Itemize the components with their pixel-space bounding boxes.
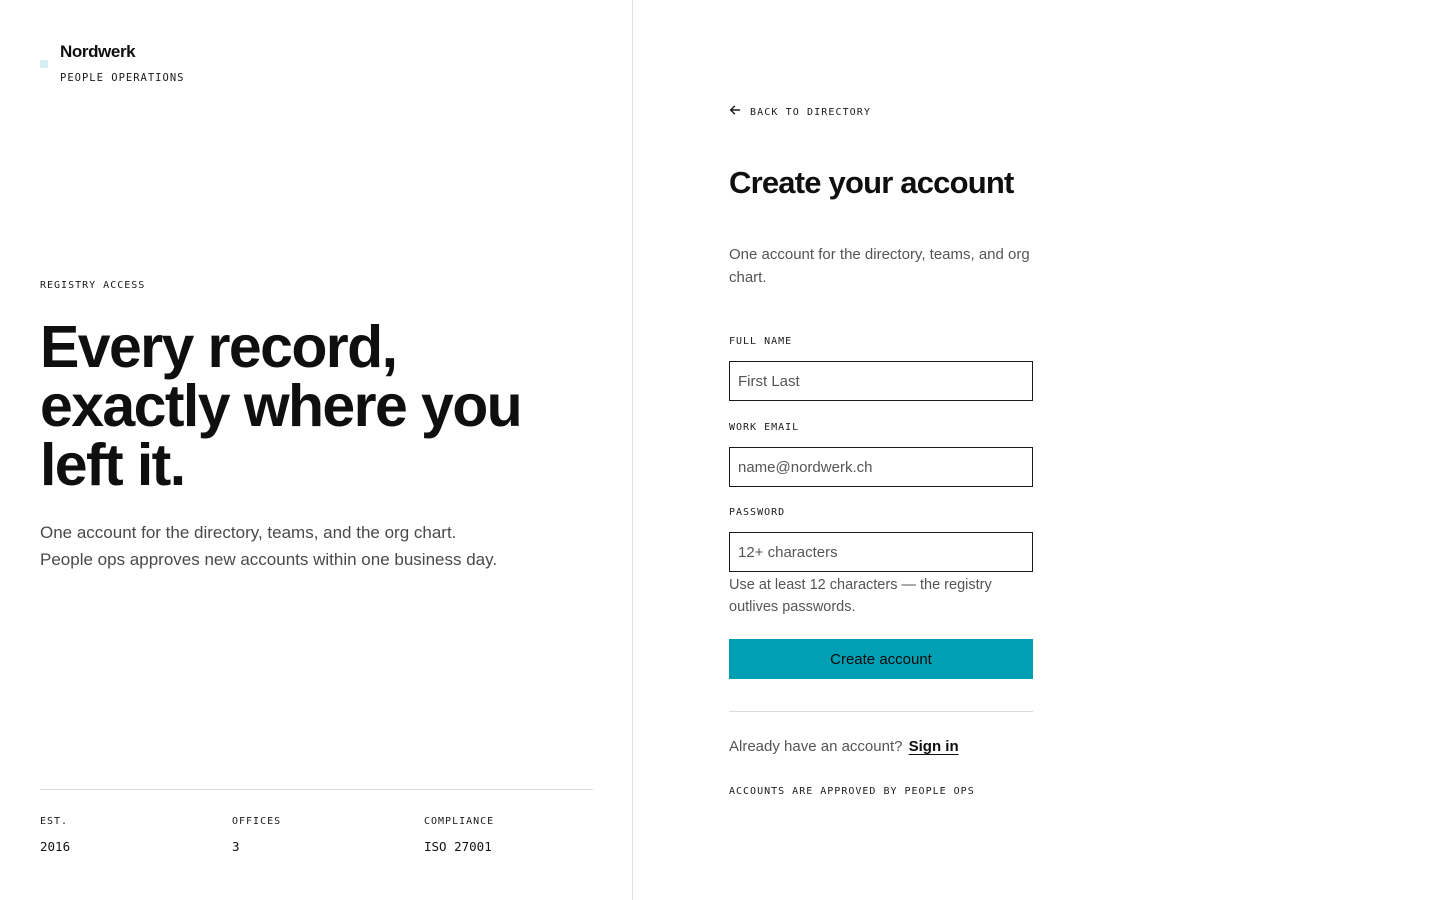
- signin-row: Already have an account? Sign in: [729, 738, 959, 755]
- form-divider: [729, 711, 1033, 712]
- brand-mark-icon: [40, 60, 48, 68]
- password-hint: Use at least 12 characters — the registr…: [729, 577, 992, 615]
- stat-label: COMPLIANCE: [424, 816, 495, 827]
- sign-in-link[interactable]: Sign in: [909, 738, 959, 755]
- full-name-label: FULL NAME: [729, 336, 793, 347]
- work-email-input[interactable]: [729, 447, 1033, 487]
- full-name-input[interactable]: [729, 361, 1033, 401]
- password-label: PASSWORD: [729, 507, 786, 518]
- full-name-field: FULL NAME: [729, 331, 1033, 401]
- signup-page: Nordwerk PEOPLE OPERATIONS REGISTRY ACCE…: [0, 0, 1440, 900]
- arrow-left-icon: [729, 103, 741, 121]
- form-subtitle: One account for the directory, teams, an…: [729, 246, 1030, 286]
- back-to-directory-link[interactable]: BACK TO DIRECTORY: [729, 103, 871, 121]
- stat-value: 2016: [40, 839, 71, 854]
- brand-subtitle: PEOPLE OPERATIONS: [60, 72, 185, 84]
- work-email-label: WORK EMAIL: [729, 422, 800, 433]
- approval-note: ACCOUNTS ARE APPROVED BY PEOPLE OPS: [729, 786, 975, 797]
- stat-label: OFFICES: [232, 816, 282, 827]
- stats-strip: EST. 2016 OFFICES 3 COMPLIANCE ISO 27001: [40, 789, 593, 854]
- brand-panel: Nordwerk PEOPLE OPERATIONS REGISTRY ACCE…: [0, 0, 633, 900]
- form-panel: BACK TO DIRECTORY Create your account On…: [633, 0, 1440, 900]
- stat-value: 3: [232, 839, 240, 854]
- password-input[interactable]: [729, 532, 1033, 572]
- create-account-button[interactable]: Create account: [729, 639, 1033, 679]
- password-field: PASSWORD: [729, 502, 1033, 572]
- stat-established: EST. 2016: [40, 816, 70, 854]
- stat-compliance: COMPLIANCE ISO 27001: [424, 816, 494, 854]
- hero-headline: Every record, exactly where you left it.: [40, 314, 523, 498]
- work-email-field: WORK EMAIL: [729, 417, 1033, 487]
- stat-offices: OFFICES 3: [232, 816, 281, 854]
- signin-prompt: Already have an account?: [729, 738, 903, 755]
- stat-value: ISO 27001: [424, 839, 492, 854]
- stat-label: EST.: [40, 816, 69, 827]
- back-link-label: BACK TO DIRECTORY: [750, 106, 872, 118]
- hero-eyebrow: REGISTRY ACCESS: [40, 280, 146, 291]
- brand-name: Nordwerk: [60, 42, 136, 61]
- hero-copy: One account for the directory, teams, an…: [40, 523, 498, 569]
- form-title: Create your account: [729, 165, 1014, 200]
